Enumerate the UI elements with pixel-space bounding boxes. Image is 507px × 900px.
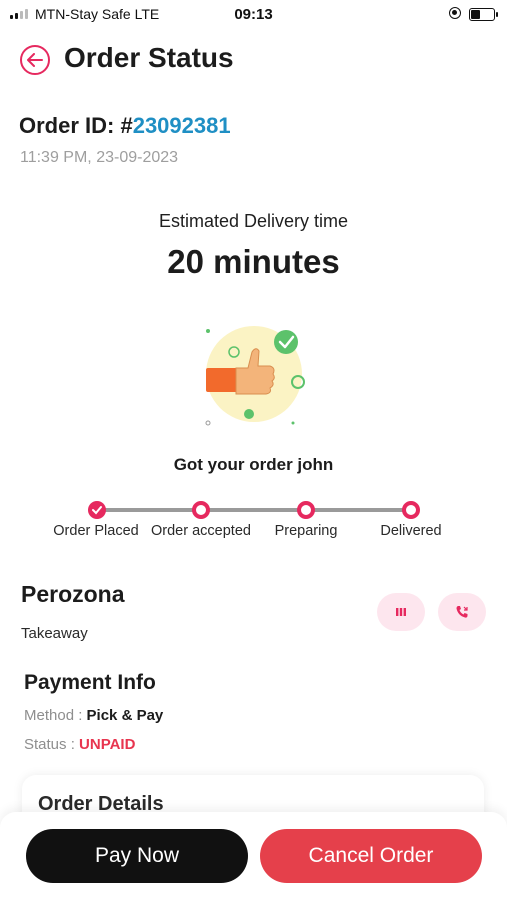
payment-method-row: Method : Pick & Pay [24,707,163,724]
step-order-accepted-icon [192,501,210,519]
check-icon [92,506,102,515]
order-id-number[interactable]: 23092381 [133,113,231,138]
progress-track [96,508,412,512]
page-title: Order Status [64,42,234,73]
call-button[interactable] [438,593,486,631]
payment-method-label: Method : [24,707,87,724]
restaurant-name: Perozona [21,581,125,607]
status-time: 09:13 [234,6,273,23]
menu-button[interactable] [377,593,425,631]
status-bar: MTN-Stay Safe LTE 09:13 [0,0,507,28]
step-delivered-icon [402,501,420,519]
phone-icon [456,606,468,618]
thumbs-up-illustration [205,326,305,426]
back-button[interactable] [20,45,50,75]
step-label-delivered: Delivered [380,523,442,539]
step-label-order-placed: Order Placed [53,523,139,539]
step-order-placed-icon [88,501,106,519]
order-id-label: Order ID: # [19,113,133,138]
payment-method-value: Pick & Pay [86,707,164,724]
payment-status-row: Status : UNPAID [24,736,135,753]
order-type: Takeaway [21,625,88,642]
step-preparing-icon [297,501,315,519]
step-label-preparing: Preparing [274,523,338,539]
payment-status-label: Status : [24,736,80,753]
pay-now-button[interactable]: Pay Now [26,829,248,883]
order-greeting: Got your order john [173,455,334,474]
menu-icon [396,608,406,616]
step-label-order-accepted: Order accepted [151,523,251,539]
cancel-order-button[interactable]: Cancel Order [260,829,482,883]
delivery-time-label: Estimated Delivery time [158,211,349,231]
order-timestamp: 11:39 PM, 23-09-2023 [20,149,179,166]
delivery-time-value: 20 minutes [167,243,340,280]
arrow-left-icon [27,53,43,67]
order-id: Order ID: #23092381 [19,113,231,139]
orientation-lock-icon [449,7,461,19]
payment-status-value: UNPAID [79,736,136,753]
battery-icon [469,8,498,21]
payment-info-title: Payment Info [24,671,156,694]
